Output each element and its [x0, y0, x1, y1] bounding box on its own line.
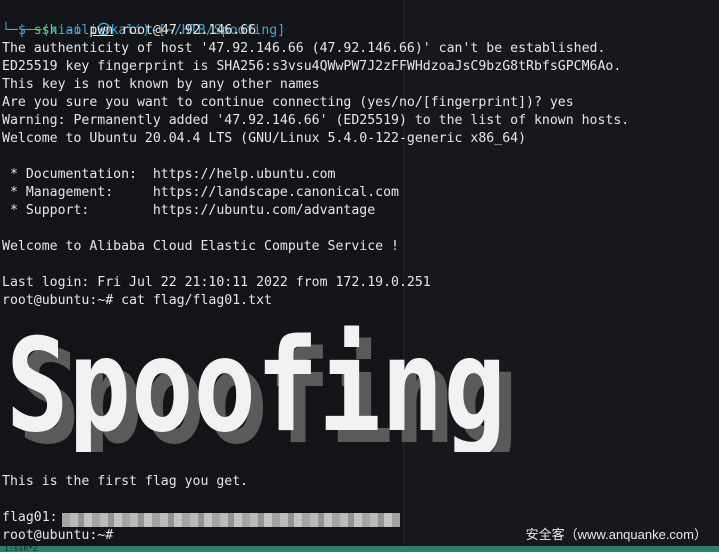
command-flag: -i — [65, 23, 82, 38]
output-line: Welcome to Ubuntu 20.04.4 LTS (GNU/Linux… — [2, 131, 527, 146]
output-line: Welcome to Alibaba Cloud Elastic Compute… — [2, 239, 399, 254]
ascii-art-banner: SpoofingSpoofing — [6, 312, 518, 452]
output-line: This key is not known by any other names — [2, 77, 320, 92]
prompt-symbol: └─$ — [2, 23, 26, 38]
output-line: * Support: https://ubuntu.com/advantage — [2, 203, 376, 218]
output-line: This is the first flag you get. — [2, 474, 249, 489]
output-line: * Management: https://landscape.canonica… — [2, 185, 399, 200]
watermark: 安全客（www.anquanke.com） — [525, 527, 707, 542]
tmux-window-tab[interactable]: 1:ssh*Z — [4, 546, 99, 552]
command-line[interactable]: └─$ ssh -i pwn root@47.92.146.66 — [2, 22, 256, 40]
command-name: ssh — [33, 23, 58, 38]
background-window — [403, 0, 719, 552]
prompt-line: ┌──(xiaoli㉿kali)-[~/HTB/Spoofing] — [2, 4, 285, 38]
output-line: Warning: Permanently added '47.92.146.66… — [2, 113, 630, 128]
redacted-flag — [62, 513, 400, 527]
output-line: * Documentation: https://help.ubuntu.com — [2, 167, 336, 182]
output-line: ED25519 key fingerprint is SHA256:s3vsu4… — [2, 59, 622, 74]
output-line: flag01: — [2, 510, 66, 525]
banner-text: Spoofing — [6, 312, 506, 452]
tmux-status-bar — [0, 546, 719, 552]
output-line: root@ubuntu:~# — [2, 528, 122, 543]
command-target: root@47.92.146.66 — [121, 23, 257, 38]
output-line: root@ubuntu:~# cat flag/flag01.txt — [2, 293, 272, 308]
command-key: pwn — [89, 23, 114, 38]
output-line: Are you sure you want to continue connec… — [2, 95, 574, 110]
output-line: The authenticity of host '47.92.146.66 (… — [2, 41, 606, 56]
output-line: Last login: Fri Jul 22 21:10:11 2022 fro… — [2, 275, 431, 290]
